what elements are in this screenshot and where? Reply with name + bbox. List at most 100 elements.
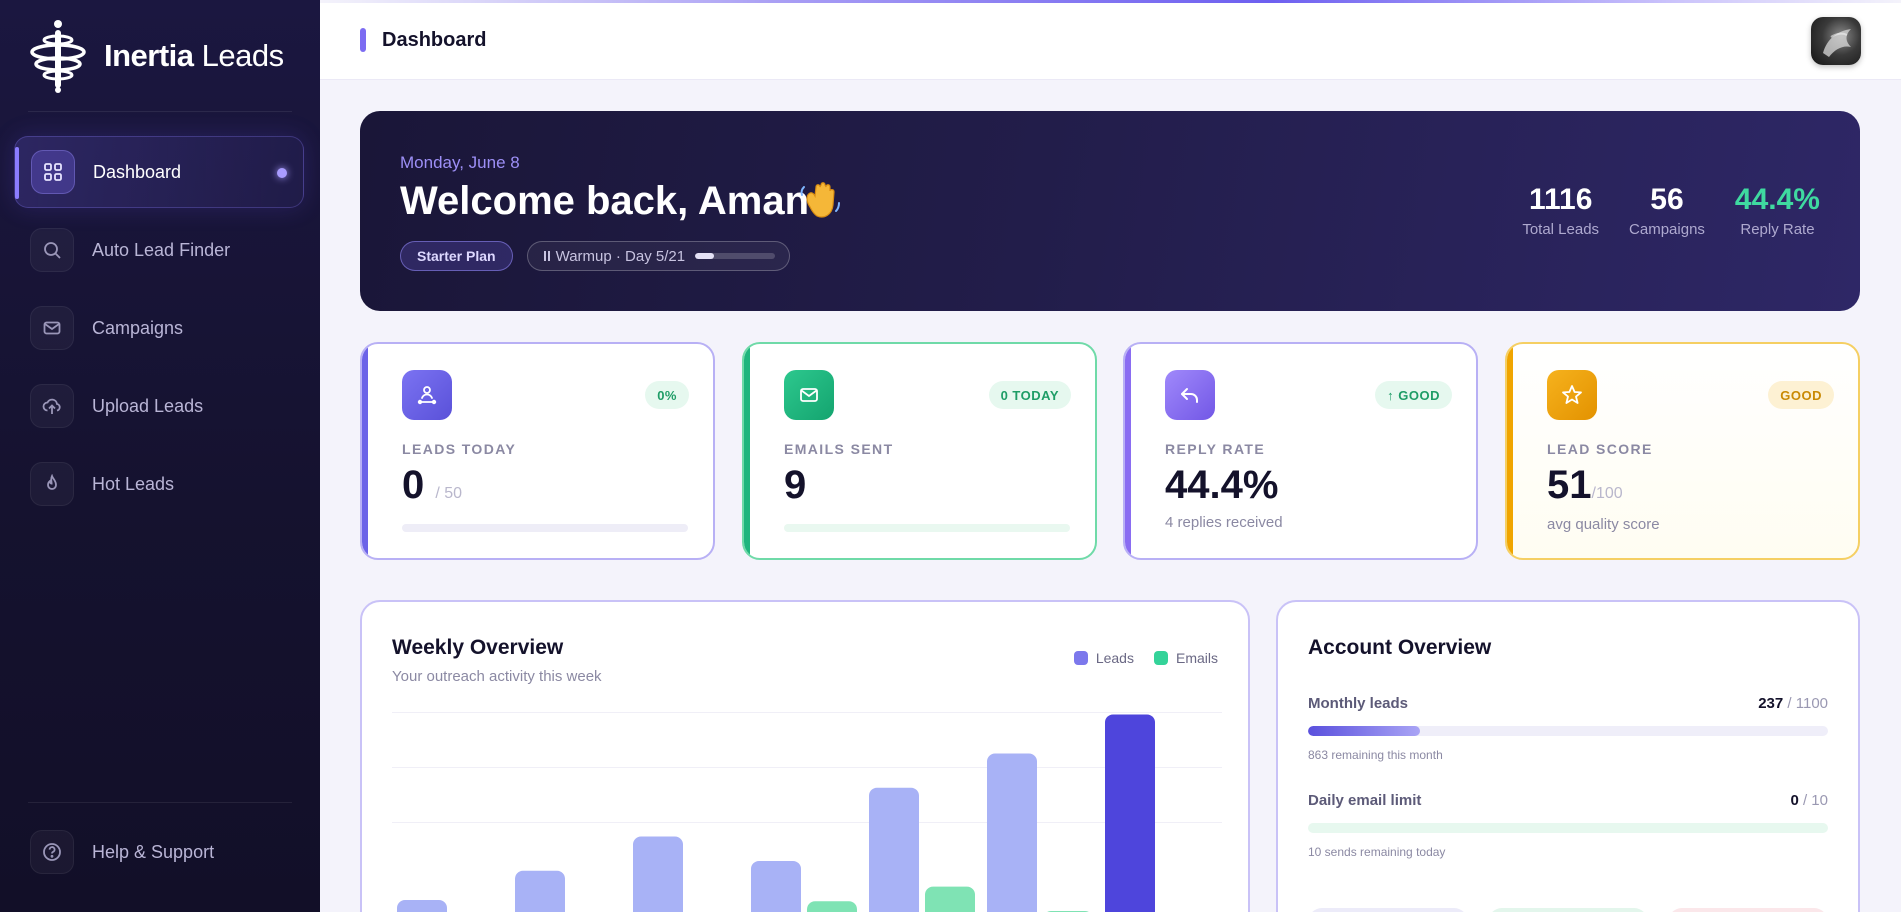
sidebar-item-label: Hot Leads: [92, 473, 175, 494]
avatar[interactable]: [1811, 17, 1861, 65]
kpi-card-reply-rate[interactable]: ↑ GOOD REPLY RATE 44.4% 4 replies receiv…: [1123, 342, 1478, 560]
sidebar: Inertia Leads Dashboard Auto Lead Finder: [0, 0, 320, 912]
panel-title: Account Overview: [1308, 636, 1492, 659]
active-indicator-dot: [277, 168, 287, 178]
grid-icon: [31, 150, 75, 194]
kpi-card-leads-today[interactable]: 0% LEADS TODAY 0 / 50: [360, 342, 715, 560]
kpi-progress-bar: [402, 524, 688, 532]
monthly-leads-progress-fill: [1308, 726, 1420, 736]
stat-value: 56: [1650, 183, 1684, 216]
brand-name: Inertia Leads: [104, 38, 284, 73]
warmup-status-badge[interactable]: Warmup · Day 5/21: [526, 241, 791, 271]
chart-bar-emails-4[interactable]: [925, 886, 975, 912]
daily-email-note: 10 sends remaining today: [1308, 845, 1446, 859]
topbar: Dashboard: [320, 0, 1901, 80]
legend-label: Leads: [1095, 650, 1134, 666]
plan-badge[interactable]: Starter Plan: [400, 241, 513, 271]
sidebar-nav: Dashboard Auto Lead Finder Campaigns Upl…: [14, 136, 304, 526]
kpi-subtext: avg quality score: [1547, 516, 1660, 533]
kpi-badge: GOOD: [1768, 381, 1834, 409]
waving-hand-icon: [800, 182, 840, 218]
chart-bar-leads-4[interactable]: [869, 787, 919, 912]
legend-item-emails: Emails: [1153, 650, 1218, 666]
daily-email-limit-label: Daily email limit: [1308, 792, 1422, 809]
mail-icon: [30, 306, 74, 350]
account-action-pill[interactable]: [1308, 908, 1468, 912]
pause-icon: [543, 251, 550, 261]
current-date: Monday, June 8: [400, 153, 520, 172]
kpi-value: 0 / 50: [402, 463, 463, 507]
welcome-banner: Monday, June 8 Welcome back, Aman Starte…: [360, 111, 1860, 311]
sidebar-divider: [28, 802, 292, 803]
brand[interactable]: Inertia Leads: [24, 18, 284, 94]
help-support-area: Help & Support: [14, 816, 304, 894]
chart-bar-leads-1[interactable]: [515, 870, 565, 912]
reply-arrow-icon: [1165, 370, 1215, 420]
search-icon: [30, 228, 74, 272]
panel-title: Weekly Overview: [392, 636, 564, 659]
kpi-value: 51/100: [1547, 463, 1623, 507]
stat-campaigns: 56 Campaigns: [1629, 183, 1705, 238]
kpi-value: 44.4%: [1165, 463, 1279, 507]
sidebar-item-hot-leads[interactable]: Hot Leads: [14, 448, 304, 520]
sidebar-item-help-support[interactable]: Help & Support: [14, 816, 304, 888]
weekly-bar-chart: [392, 712, 1222, 912]
kpi-badge: 0 TODAY: [988, 381, 1071, 409]
kpi-subtext: 4 replies received: [1165, 514, 1283, 531]
account-overview-panel: Account Overview Monthly leads 237 / 110…: [1276, 600, 1860, 912]
sidebar-item-label: Upload Leads: [92, 395, 204, 416]
stat-value: 1116: [1528, 183, 1593, 216]
legend-item-leads: Leads: [1073, 650, 1134, 666]
kpi-badge: 0%: [645, 381, 689, 409]
kpi-badge: ↑ GOOD: [1375, 381, 1452, 409]
help-circle-icon: [30, 830, 74, 874]
monthly-leads-note: 863 remaining this month: [1308, 748, 1443, 762]
account-action-pill[interactable]: [1488, 908, 1648, 912]
panel-subtitle: Your outreach activity this week: [392, 668, 602, 685]
warmup-label: Warmup · Day 5/21: [555, 247, 686, 265]
kpi-card-lead-score[interactable]: GOOD LEAD SCORE 51/100 avg quality score: [1505, 342, 1860, 560]
chart-bar-leads-5[interactable]: [987, 753, 1037, 912]
monthly-leads-label: Monthly leads: [1308, 695, 1409, 712]
kpi-label: LEAD SCORE: [1547, 441, 1653, 457]
stat-value: 44.4%: [1734, 183, 1820, 216]
user-network-icon: [402, 370, 452, 420]
inertia-logo-icon: [30, 20, 86, 93]
sidebar-item-dashboard[interactable]: Dashboard: [14, 136, 304, 208]
help-support-label: Help & Support: [92, 841, 215, 862]
star-icon: [1547, 370, 1597, 420]
sidebar-item-upload-leads[interactable]: Upload Leads: [14, 370, 304, 442]
welcome-heading: Welcome back, Aman: [400, 179, 810, 223]
chart-bar-emails-3[interactable]: [807, 901, 857, 912]
monthly-leads-progress-bar: [1308, 726, 1828, 736]
sidebar-item-label: Campaigns: [92, 317, 184, 338]
stat-label: Campaigns: [1629, 221, 1705, 238]
mail-icon: [784, 370, 834, 420]
kpi-value: 9: [784, 463, 807, 507]
stat-label: Reply Rate: [1740, 221, 1815, 238]
chart-legend: Leads Emails: [1073, 650, 1218, 666]
kpi-label: LEADS TODAY: [402, 441, 517, 457]
title-accent-bar: [360, 28, 366, 52]
chart-bar-leads-2[interactable]: [633, 836, 683, 912]
warmup-progress-fill: [695, 253, 715, 259]
sidebar-divider: [28, 111, 292, 112]
kpi-card-emails-sent[interactable]: 0 TODAY EMAILS SENT 9: [742, 342, 1097, 560]
sidebar-item-label: Dashboard: [93, 161, 182, 182]
sidebar-item-label: Auto Lead Finder: [92, 239, 231, 260]
chart-bar-leads-6[interactable]: [1105, 714, 1155, 912]
sidebar-item-auto-lead-finder[interactable]: Auto Lead Finder: [14, 214, 304, 286]
user-avatar-image: [1823, 29, 1851, 57]
monthly-leads-value: 237 / 1100: [1758, 695, 1828, 712]
chart-bar-leads-3[interactable]: [751, 860, 801, 912]
weekly-overview-panel: Weekly Overview Your outreach activity t…: [360, 600, 1250, 912]
daily-email-limit-value: 0 / 10: [1790, 792, 1828, 809]
flame-icon: [30, 462, 74, 506]
legend-swatch: [1153, 651, 1168, 665]
chart-bar-leads-0[interactable]: [397, 900, 447, 912]
sidebar-item-campaigns[interactable]: Campaigns: [14, 292, 304, 364]
hero-badges: Starter Plan Warmup · Day 5/21: [400, 241, 791, 271]
stat-label: Total Leads: [1522, 221, 1600, 238]
account-action-pill[interactable]: [1668, 908, 1828, 912]
kpi-label: REPLY RATE: [1165, 441, 1266, 457]
